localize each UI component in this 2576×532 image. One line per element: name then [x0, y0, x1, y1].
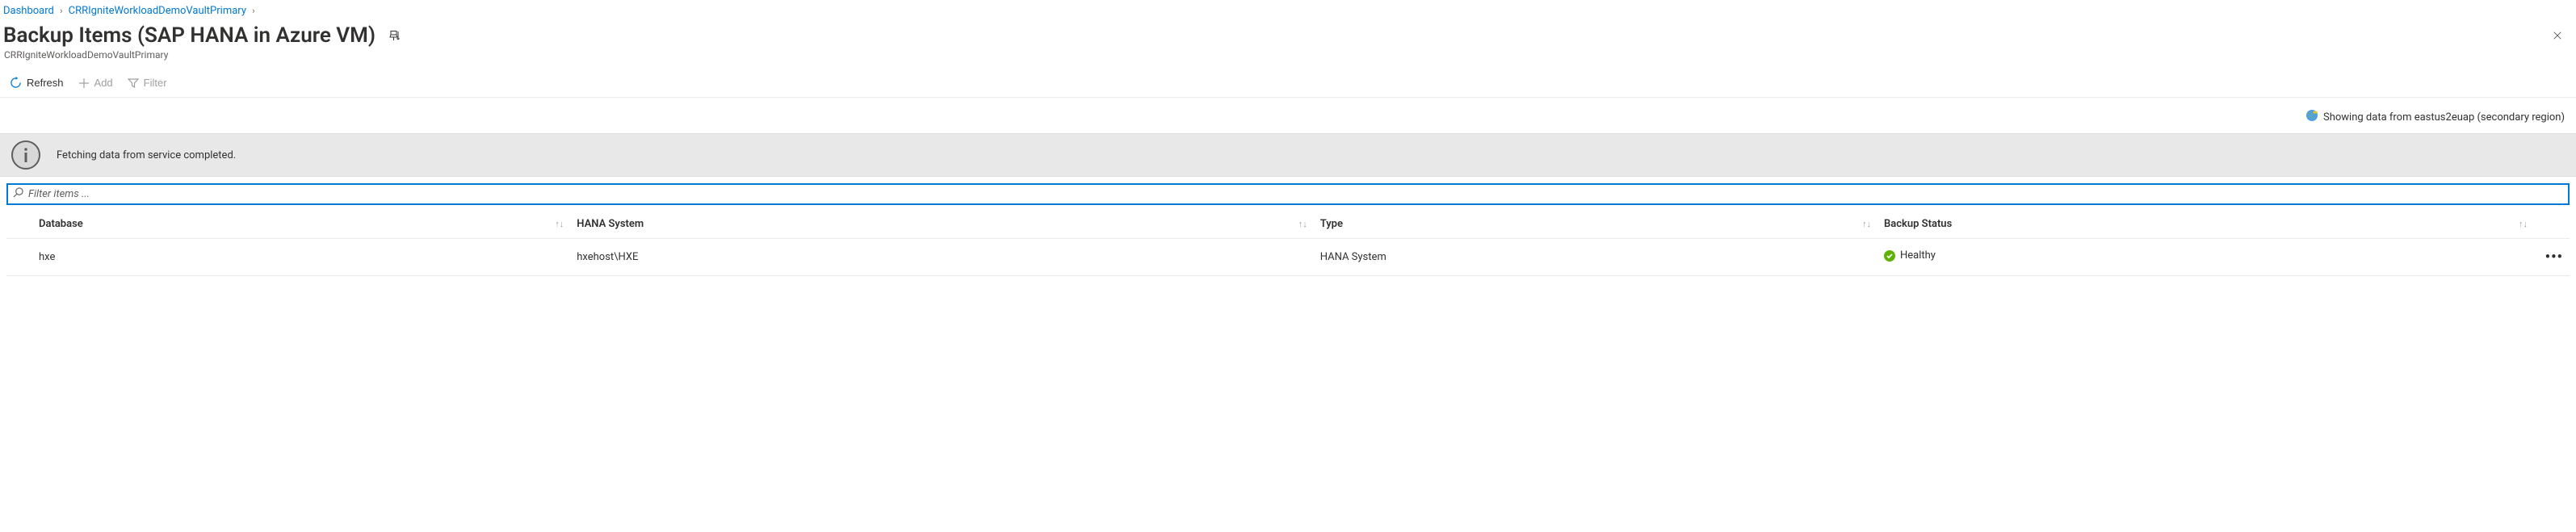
- cell-database: hxe: [6, 239, 570, 276]
- col-backup-status-label: Backup Status: [1884, 218, 1952, 230]
- refresh-button[interactable]: Refresh: [8, 73, 65, 92]
- globe-icon: [2305, 109, 2318, 125]
- pin-icon[interactable]: [387, 27, 403, 44]
- col-hana-system-label: HANA System: [577, 218, 644, 230]
- col-backup-status[interactable]: Backup Status ↑↓: [1877, 210, 2534, 239]
- filter-icon: [128, 77, 139, 89]
- info-banner: Fetching data from service completed.: [0, 133, 2576, 177]
- region-notice-text: Showing data from eastus2euap (secondary…: [2323, 111, 2565, 124]
- status-text: Healthy: [1900, 249, 1936, 262]
- command-bar: Refresh Add Filter: [0, 69, 2576, 98]
- sort-icon[interactable]: ↑↓: [1298, 219, 1307, 229]
- filter-label: Filter: [144, 77, 167, 89]
- table-row[interactable]: hxe hxehost\HXE HANA System Healthy •••: [6, 239, 2570, 276]
- sort-icon[interactable]: ↑↓: [1862, 219, 1871, 229]
- add-label: Add: [94, 77, 113, 89]
- col-database-label: Database: [39, 218, 83, 230]
- close-icon[interactable]: [2553, 27, 2570, 44]
- page-title: Backup Items (SAP HANA in Azure VM): [3, 23, 375, 48]
- col-database[interactable]: Database ↑↓: [6, 210, 570, 239]
- add-button: Add: [77, 73, 115, 92]
- filter-button: Filter: [126, 73, 169, 92]
- refresh-label: Refresh: [27, 77, 64, 89]
- filter-input[interactable]: [28, 188, 2563, 200]
- breadcrumb: Dashboard › CRRIgniteWorkloadDemoVaultPr…: [0, 0, 2576, 20]
- refresh-icon: [10, 77, 22, 89]
- col-actions: [2534, 210, 2570, 239]
- info-banner-text: Fetching data from service completed.: [57, 149, 236, 161]
- chevron-right-icon: ›: [60, 6, 62, 16]
- info-icon: [11, 140, 40, 170]
- search-icon: [13, 187, 23, 201]
- breadcrumb-dashboard[interactable]: Dashboard: [3, 5, 54, 17]
- chevron-right-icon: ›: [252, 6, 254, 16]
- row-actions-button[interactable]: •••: [2534, 239, 2570, 276]
- plus-icon: [78, 77, 90, 89]
- region-notice-bar: Showing data from eastus2euap (secondary…: [0, 98, 2576, 133]
- backup-items-table: Database ↑↓ HANA System ↑↓ Type ↑↓ Backu…: [6, 210, 2570, 276]
- cell-hana-system: hxehost\HXE: [570, 239, 1313, 276]
- check-circle-icon: [1884, 250, 1895, 262]
- col-hana-system[interactable]: HANA System ↑↓: [570, 210, 1313, 239]
- breadcrumb-vault[interactable]: CRRIgniteWorkloadDemoVaultPrimary: [69, 5, 246, 17]
- filter-input-wrap[interactable]: [6, 183, 2570, 205]
- cell-backup-status: Healthy: [1877, 239, 2534, 276]
- page-header: Backup Items (SAP HANA in Azure VM): [0, 20, 2576, 48]
- col-type-label: Type: [1320, 218, 1343, 230]
- page-subtitle: CRRIgniteWorkloadDemoVaultPrimary: [0, 48, 2576, 69]
- cell-type: HANA System: [1314, 239, 1877, 276]
- col-type[interactable]: Type ↑↓: [1314, 210, 1877, 239]
- sort-icon[interactable]: ↑↓: [555, 219, 564, 229]
- sort-icon[interactable]: ↑↓: [2519, 219, 2528, 229]
